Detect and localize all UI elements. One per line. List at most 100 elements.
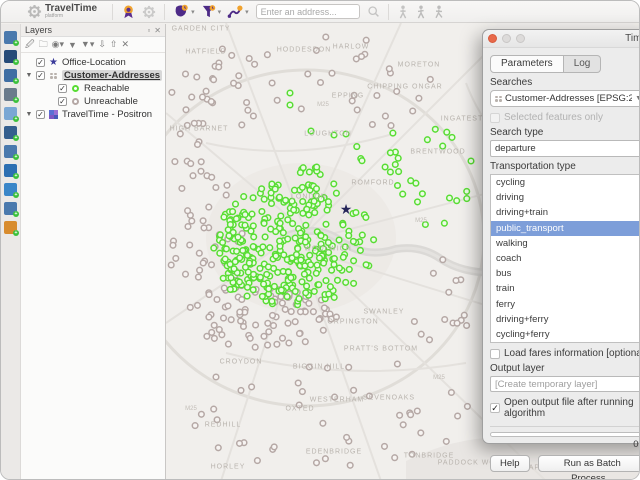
manage-map-themes-icon[interactable]: ◉▾: [52, 39, 64, 50]
layer-visibility-checkbox[interactable]: ✓: [36, 71, 45, 80]
unreachable-marker: [183, 107, 189, 113]
layer-tree: ✓★Office-Location▼✓Customer-Addresses✓Re…: [21, 53, 165, 121]
add-wcs-layer-button[interactable]: +: [4, 183, 17, 196]
address-search-input[interactable]: [256, 4, 360, 19]
reachable-marker: [433, 127, 439, 133]
load-fares-checkbox[interactable]: [490, 349, 500, 359]
expand-arrow-icon[interactable]: ▼: [25, 72, 33, 79]
transport-option-coach[interactable]: coach: [491, 251, 640, 266]
layer-tree-item[interactable]: ▼✓Customer-Addresses: [21, 69, 165, 82]
unreachable-marker: [200, 218, 206, 224]
reachable-marker: [251, 223, 257, 229]
expand-arrow-icon[interactable]: ▼: [25, 111, 33, 118]
reachable-marker: [442, 220, 448, 226]
reachable-marker: [273, 253, 279, 259]
add-gpx-layer-button[interactable]: +: [4, 107, 17, 120]
quick-route-button[interactable]: [433, 3, 445, 21]
remove-layer-icon[interactable]: ✕: [121, 39, 129, 50]
searches-combo[interactable]: Customer-Addresses [EPSG:27700] ▼: [490, 90, 640, 107]
add-raster-layer-button[interactable]: +: [4, 50, 17, 63]
filter-by-expression-icon[interactable]: ▼▾: [81, 39, 94, 50]
layer-visibility-checkbox[interactable]: ✓: [36, 58, 45, 67]
reachable-marker: [249, 211, 255, 217]
geocode-search-button[interactable]: [367, 3, 380, 21]
routes-icon: [227, 4, 243, 19]
unreachable-marker: [224, 183, 230, 189]
transport-option-driving[interactable]: driving: [491, 190, 640, 205]
transport-option-cycling[interactable]: cycling: [491, 175, 640, 190]
searches-label: Searches: [490, 77, 640, 88]
add-wfs-layer-button[interactable]: +: [4, 202, 17, 215]
open-layer-styling-icon[interactable]: 🖉: [25, 37, 35, 53]
reachable-marker: [247, 260, 253, 266]
layer-tree-item[interactable]: ✓Unreachable: [21, 95, 165, 108]
add-wms-layer-button[interactable]: +: [4, 164, 17, 177]
reachable-symbol-icon: [70, 85, 81, 92]
open-output-checkbox[interactable]: ✓: [490, 403, 500, 413]
add-spatialite-layer-button[interactable]: +: [4, 126, 17, 139]
routes-button[interactable]: ▾: [227, 3, 249, 21]
time-filter-button[interactable]: ▾: [201, 3, 222, 21]
reachable-marker: [449, 135, 455, 141]
quick-time-filter-button[interactable]: [415, 3, 427, 21]
transport-option-driving+ferry[interactable]: driving+ferry: [491, 312, 640, 327]
layer-tree-item[interactable]: ✓Reachable: [21, 82, 165, 95]
transport-option-cycling+ferry[interactable]: cycling+ferry: [491, 327, 640, 342]
reachable-marker: [237, 255, 243, 261]
transport-option-ferry[interactable]: ferry: [491, 297, 640, 312]
unreachable-marker: [346, 365, 352, 371]
reachable-marker: [251, 234, 257, 240]
add-postgis-layer-button[interactable]: +: [4, 145, 17, 158]
help-button[interactable]: Help: [490, 455, 530, 472]
dialog-titlebar[interactable]: Time: [483, 30, 640, 48]
layer-label: TravelTime - Positron: [62, 109, 152, 120]
unreachable-marker: [271, 323, 277, 329]
search-type-combo[interactable]: departure: [490, 140, 640, 157]
transport-option-bus[interactable]: bus: [491, 266, 640, 281]
layer-visibility-checkbox[interactable]: ✓: [58, 97, 67, 106]
unreachable-marker: [206, 204, 212, 210]
layer-tree-item[interactable]: ✓★Office-Location: [21, 56, 165, 69]
time-map-button[interactable]: ▾: [173, 3, 195, 21]
layer-tree-item[interactable]: ▼✓ TravelTime - Positron: [21, 108, 165, 121]
zoom-window-icon[interactable]: [516, 34, 525, 43]
unreachable-marker: [280, 300, 286, 306]
filter-legend-icon[interactable]: ▼: [68, 40, 77, 50]
unreachable-marker: [431, 271, 437, 277]
unreachable-marker: [453, 278, 459, 284]
close-panel-icon[interactable]: ✕: [154, 26, 161, 35]
output-layer-input[interactable]: [490, 376, 640, 392]
tab-parameters[interactable]: Parameters: [490, 55, 564, 73]
settings-gear-button[interactable]: [142, 3, 156, 21]
map-place-label: M25: [433, 375, 445, 381]
quick-time-map-button[interactable]: [397, 3, 409, 21]
collapse-all-icon[interactable]: ⇧: [110, 39, 118, 50]
unreachable-marker: [297, 331, 303, 337]
dock-panel-icon[interactable]: ▫: [147, 26, 150, 35]
reachable-marker: [250, 195, 256, 201]
add-plus-icon: +: [13, 116, 19, 122]
unreachable-marker: [206, 292, 212, 298]
add-group-icon[interactable]: 🗀: [39, 37, 48, 53]
add-delimited-text-layer-button[interactable]: +: [4, 88, 17, 101]
travel-time-rosette-button[interactable]: [121, 3, 136, 21]
close-window-icon[interactable]: [488, 34, 497, 43]
reachable-marker: [290, 221, 296, 227]
minimize-window-icon[interactable]: [502, 34, 511, 43]
reachable-marker: [218, 232, 224, 238]
layer-visibility-checkbox[interactable]: ✓: [58, 84, 67, 93]
expand-all-icon[interactable]: ⇩: [98, 39, 106, 50]
tab-log[interactable]: Log: [564, 55, 602, 73]
transport-option-train[interactable]: train: [491, 281, 640, 296]
transport-option-walking[interactable]: walking: [491, 236, 640, 251]
add-vector-layer-button[interactable]: +: [4, 31, 17, 44]
transport-option-public_transport[interactable]: public_transport: [491, 221, 640, 236]
layer-visibility-checkbox[interactable]: ✓: [36, 110, 45, 119]
run-as-batch-button[interactable]: Run as Batch Process...: [538, 455, 640, 472]
add-mesh-layer-button[interactable]: +: [4, 69, 17, 82]
add-geopackage-layer-button[interactable]: +: [4, 221, 17, 234]
transport-option-driving+train[interactable]: driving+train: [491, 205, 640, 220]
selected-features-checkbox[interactable]: [490, 113, 500, 123]
reachable-marker: [388, 169, 394, 175]
unreachable-marker: [222, 285, 228, 291]
